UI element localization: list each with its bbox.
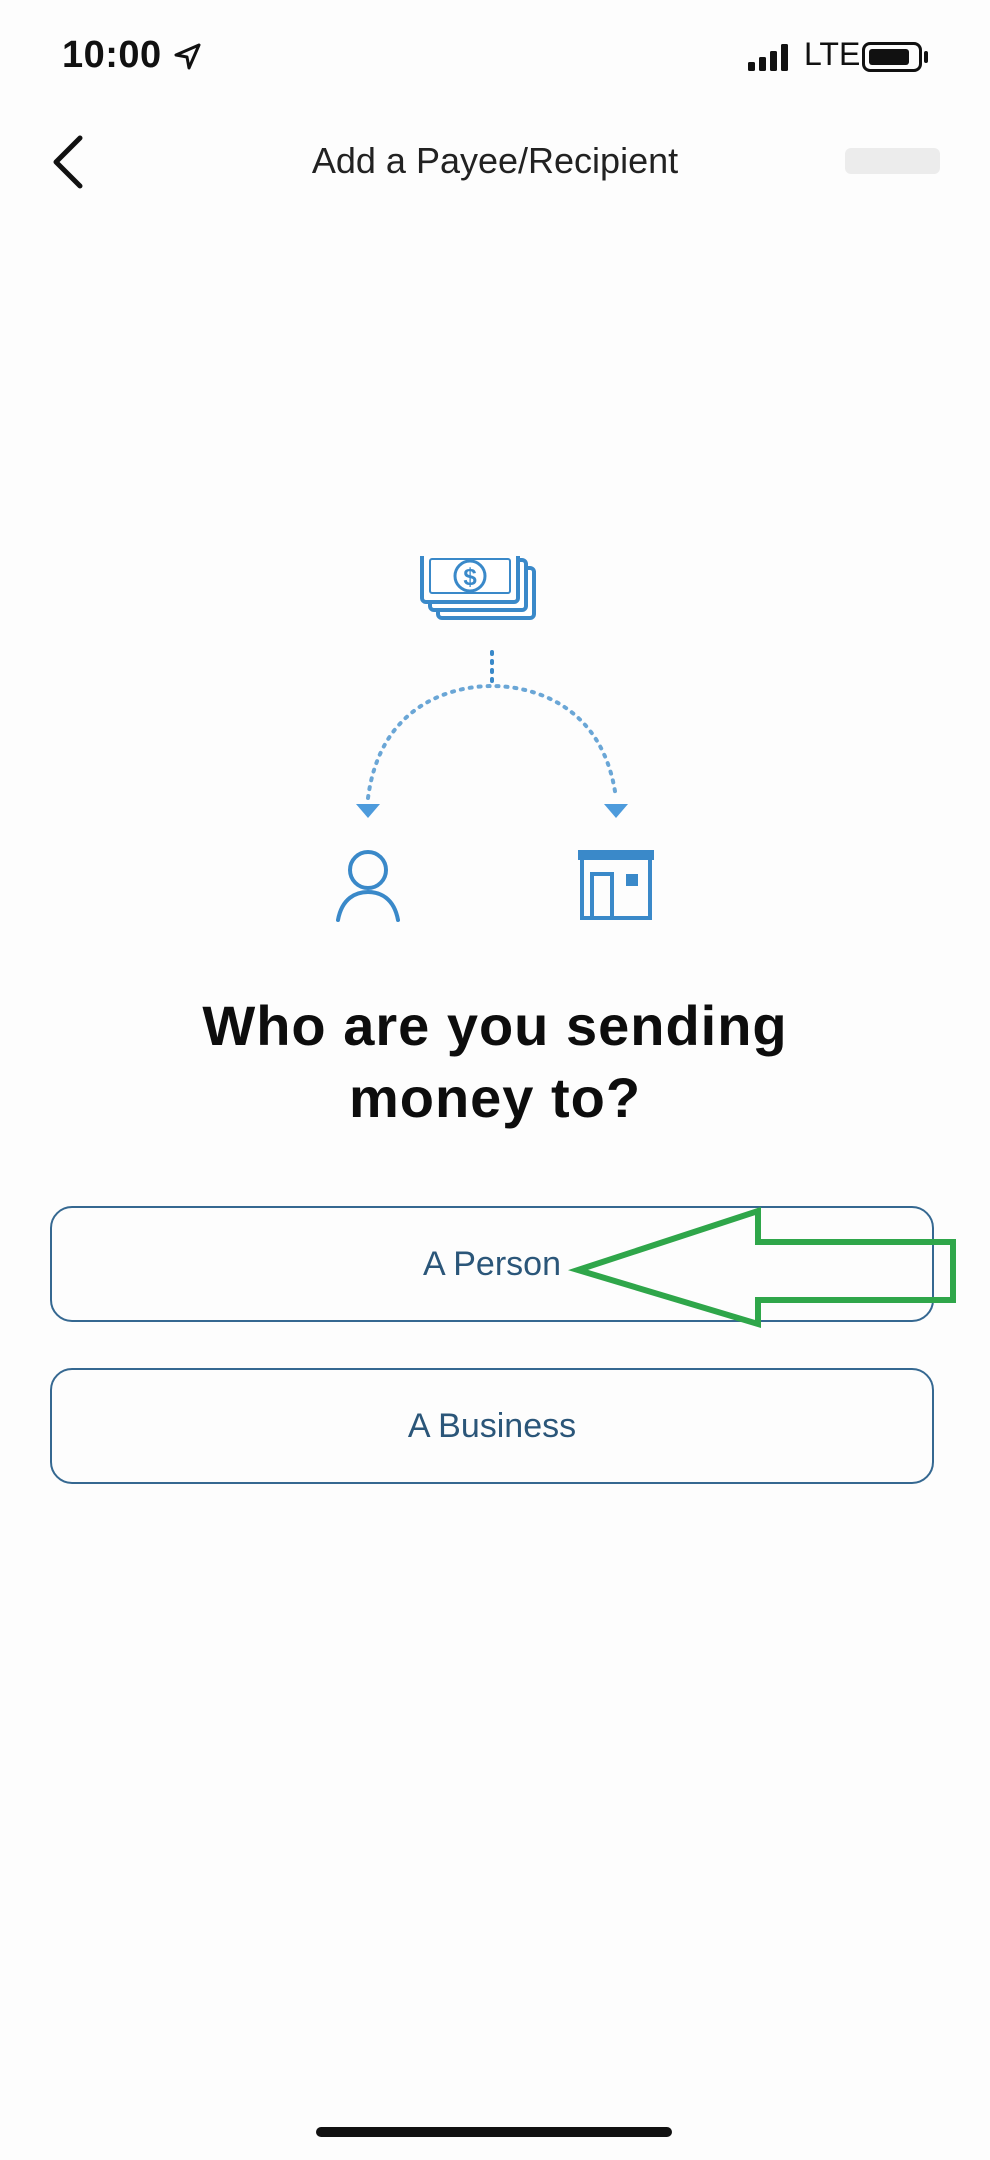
person-option-button[interactable]: A Person (50, 1206, 934, 1322)
storefront-icon (578, 850, 654, 920)
signal-icon (748, 44, 788, 71)
money-stack-icon: $ (420, 556, 536, 620)
svg-text:$: $ (463, 564, 477, 591)
question-line-1: Who are you sending (202, 994, 788, 1057)
location-arrow-icon (174, 43, 201, 70)
network-type: LTE (804, 36, 861, 72)
business-option-button[interactable]: A Business (50, 1368, 934, 1484)
header-right-placeholder (845, 148, 940, 174)
question-heading: Who are you sending money to? (80, 990, 910, 1134)
person-icon (336, 850, 400, 922)
home-indicator[interactable] (316, 2127, 672, 2137)
question-line-2: money to? (348, 1066, 642, 1129)
page-title: Add a Payee/Recipient (311, 140, 679, 181)
send-money-illustration: $ (336, 556, 654, 922)
battery-icon (862, 42, 928, 72)
status-time: 10:00 (62, 34, 202, 77)
